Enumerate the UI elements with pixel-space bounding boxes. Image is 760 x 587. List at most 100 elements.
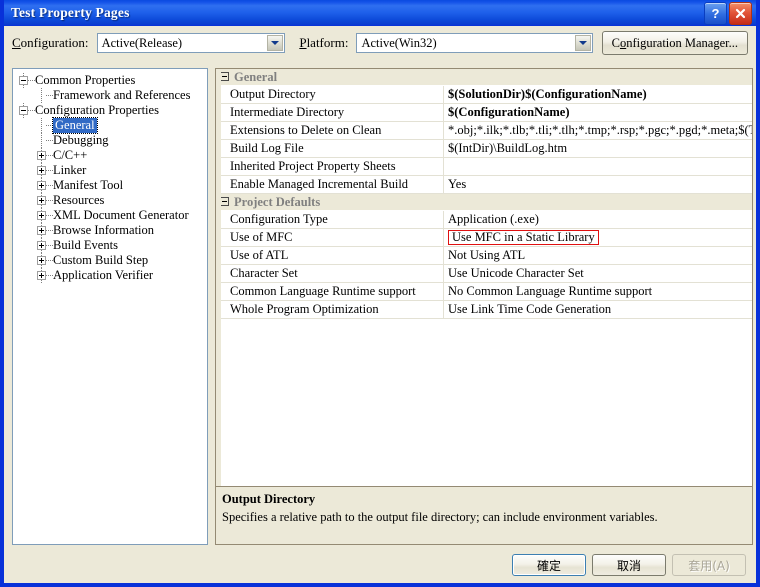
collapse-icon[interactable] (220, 72, 229, 81)
property-value[interactable]: Use Link Time Code Generation (444, 301, 752, 318)
tree-item-label: Build Events (53, 238, 118, 252)
property-row[interactable]: Build Log File $(IntDir)\BuildLog.htm (216, 140, 752, 158)
expand-icon[interactable] (37, 256, 46, 265)
highlight-annotation: Use MFC in a Static Library (448, 230, 599, 245)
cancel-button[interactable]: 取消 (592, 554, 666, 576)
collapse-icon[interactable] (220, 197, 229, 206)
tree-connector (41, 133, 42, 148)
property-name: Use of MFC (216, 229, 444, 246)
tree-item-application-verifier[interactable]: Application Verifier (13, 268, 207, 283)
grid-category-label: General (234, 69, 278, 84)
property-name: Inherited Project Property Sheets (216, 158, 444, 175)
property-row[interactable]: Whole Program Optimization Use Link Time … (216, 301, 752, 319)
title-bar: Test Property Pages ? (4, 0, 756, 26)
platform-value: Active(Win32) (361, 35, 437, 50)
collapse-icon[interactable] (19, 106, 28, 115)
property-value[interactable]: $(ConfigurationName) (444, 104, 752, 121)
tree-item-general[interactable]: General (13, 117, 207, 134)
grid-category-label: Project Defaults (234, 194, 321, 209)
configuration-dropdown[interactable]: Active(Release) (96, 33, 286, 53)
expand-icon[interactable] (37, 226, 46, 235)
grid-category-general[interactable]: General (216, 69, 752, 86)
property-row[interactable]: Use of ATL Not Using ATL (216, 247, 752, 265)
property-grid[interactable]: General Output Directory $(SolutionDir)$(C… (215, 68, 753, 545)
tree-item-common-properties[interactable]: Common Properties (13, 73, 207, 88)
tree-item-build-events[interactable]: Build Events (13, 238, 207, 253)
property-name: Extensions to Delete on Clean (216, 122, 444, 139)
collapse-icon[interactable] (19, 76, 28, 85)
tree-connector (41, 88, 42, 103)
property-row[interactable]: Configuration Type Application (.exe) (216, 211, 752, 229)
property-value[interactable]: Use Unicode Character Set (444, 265, 752, 282)
property-value[interactable]: *.obj;*.ilk;*.tlb;*.tli;*.tlh;*.tmp;*.rs… (444, 122, 752, 139)
dialog-button-bar: 確定 取消 套用(A) (4, 553, 756, 577)
property-row[interactable]: Common Language Runtime support No Common… (216, 283, 752, 301)
expand-icon[interactable] (37, 181, 46, 190)
property-tree[interactable]: Common Properties Framework and Reference… (12, 68, 208, 545)
tree-item-configuration-properties[interactable]: Configuration Properties (13, 103, 207, 118)
tree-item-label: Framework and References (53, 88, 191, 102)
property-row[interactable]: Extensions to Delete on Clean *.obj;*.ilk… (216, 122, 752, 140)
help-icon[interactable]: ? (704, 2, 727, 25)
tree-item-manifest-tool[interactable]: Manifest Tool (13, 178, 207, 193)
expand-icon[interactable] (37, 166, 46, 175)
tree-connector (41, 118, 42, 133)
property-name: Whole Program Optimization (216, 301, 444, 318)
tree-item-label: Manifest Tool (53, 178, 124, 192)
property-name: Intermediate Directory (216, 104, 444, 121)
property-value[interactable]: Use MFC in a Static Library (444, 229, 752, 246)
expand-icon[interactable] (37, 271, 46, 280)
property-name: Common Language Runtime support (216, 283, 444, 300)
grid-rows[interactable]: General Output Directory $(SolutionDir)$(C… (216, 69, 752, 486)
property-row[interactable]: Character Set Use Unicode Character Set (216, 265, 752, 283)
ok-button[interactable]: 確定 (512, 554, 586, 576)
description-text: Specifies a relative path to the output … (222, 510, 658, 524)
property-name: Enable Managed Incremental Build (216, 176, 444, 193)
property-value[interactable] (444, 158, 752, 175)
property-row[interactable]: Inherited Project Property Sheets (216, 158, 752, 176)
property-name: Configuration Type (216, 211, 444, 228)
tree-item-label: Configuration Properties (35, 103, 159, 117)
property-value[interactable]: No Common Language Runtime support (444, 283, 752, 300)
chevron-down-icon[interactable] (267, 35, 284, 51)
tree-item-label: Browse Information (53, 223, 155, 237)
property-value[interactable]: $(SolutionDir)$(ConfigurationName) (444, 86, 752, 103)
tree-item-label: General (52, 117, 98, 134)
property-value[interactable]: $(IntDir)\BuildLog.htm (444, 140, 752, 157)
property-name: Build Log File (216, 140, 444, 157)
tree-item-debugging[interactable]: Debugging (13, 133, 207, 148)
tree-item-xml-document-generator[interactable]: XML Document Generator (13, 208, 207, 223)
grid-indent-gutter (216, 69, 221, 486)
description-pane: Output Directory Specifies a relative pa… (216, 486, 752, 544)
tree-item-label: Debugging (53, 133, 109, 147)
title-bar-buttons: ? (704, 2, 752, 25)
property-row[interactable]: Enable Managed Incremental Build Yes (216, 176, 752, 194)
expand-icon[interactable] (37, 151, 46, 160)
configuration-manager-button[interactable]: Configuration Manager... (601, 31, 748, 55)
property-value[interactable]: Application (.exe) (444, 211, 752, 228)
property-pages-dialog: Test Property Pages ? Configuration: Act… (0, 0, 760, 587)
close-icon[interactable] (729, 2, 752, 25)
property-name: Use of ATL (216, 247, 444, 264)
tree-item-label: XML Document Generator (53, 208, 189, 222)
tree-item-framework-and-references[interactable]: Framework and References (13, 88, 207, 103)
tree-item-browse-information[interactable]: Browse Information (13, 223, 207, 238)
expand-icon[interactable] (37, 196, 46, 205)
tree-item-linker[interactable]: Linker (13, 163, 207, 178)
chevron-down-icon[interactable] (574, 35, 591, 51)
tree-item-label: Resources (53, 193, 105, 207)
grid-category-project-defaults[interactable]: Project Defaults (216, 194, 752, 211)
property-row[interactable]: Output Directory $(SolutionDir)$(Configur… (216, 86, 752, 104)
tree-item-custom-build-step[interactable]: Custom Build Step (13, 253, 207, 268)
property-row[interactable]: Use of MFC Use MFC in a Static Library (216, 229, 752, 247)
tree-item-label: C/C++ (53, 148, 88, 162)
expand-icon[interactable] (37, 241, 46, 250)
tree-item-label: Common Properties (35, 73, 136, 87)
property-value[interactable]: Not Using ATL (444, 247, 752, 264)
property-row[interactable]: Intermediate Directory $(ConfigurationNam… (216, 104, 752, 122)
platform-dropdown[interactable]: Active(Win32) (356, 33, 593, 53)
property-value[interactable]: Yes (444, 176, 752, 193)
tree-item-resources[interactable]: Resources (13, 193, 207, 208)
tree-item-c-c[interactable]: C/C++ (13, 148, 207, 163)
expand-icon[interactable] (37, 211, 46, 220)
